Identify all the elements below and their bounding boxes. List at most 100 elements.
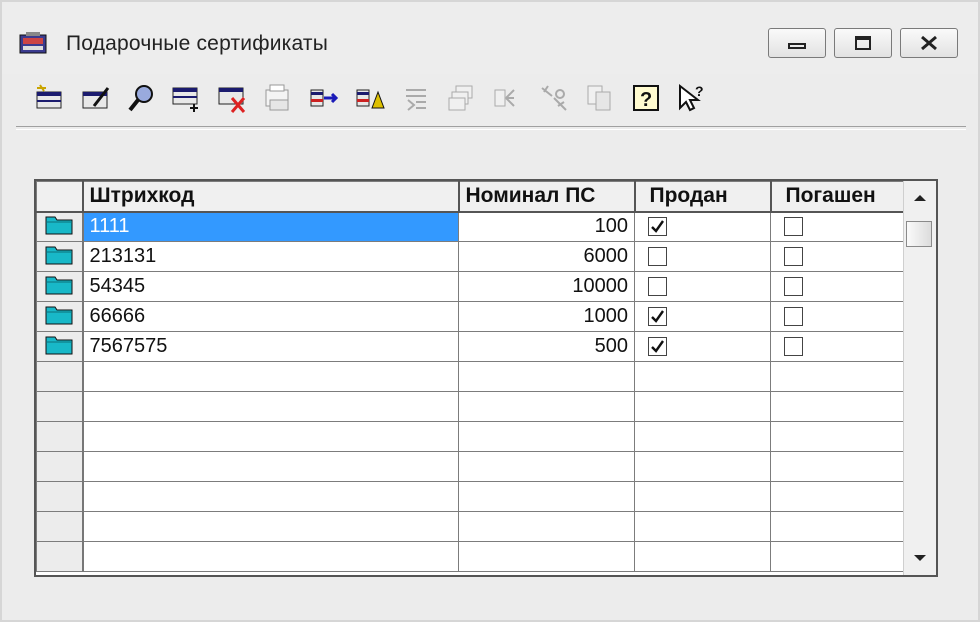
row-indicator[interactable] [36,541,84,572]
add-record-icon[interactable] [34,82,66,114]
empty-cell[interactable] [770,511,907,542]
empty-cell[interactable] [458,541,635,572]
sold-cell[interactable] [634,301,771,332]
empty-cell[interactable] [634,481,771,512]
empty-cell[interactable] [770,361,907,392]
redeemed-checkbox[interactable] [784,337,803,356]
row-indicator[interactable] [36,331,84,362]
empty-cell[interactable] [458,511,635,542]
empty-cell[interactable] [634,511,771,542]
row-indicator[interactable] [36,241,84,272]
table-row[interactable]: 1111 100 [36,211,907,242]
sold-cell[interactable] [634,271,771,302]
empty-cell[interactable] [458,481,635,512]
column-header-barcode[interactable]: Штрихкод [82,181,460,213]
empty-row[interactable] [36,541,907,572]
scroll-down-icon[interactable] [913,553,927,563]
table-row[interactable]: 7567575 500 [36,331,907,362]
sold-checkbox[interactable] [648,247,667,266]
empty-cell[interactable] [770,541,907,572]
row-indicator[interactable] [36,511,84,542]
table-row[interactable]: 213131 6000 [36,241,907,272]
redeemed-cell[interactable] [770,331,907,362]
empty-cell[interactable] [458,391,635,422]
nominal-cell[interactable]: 500 [458,331,635,362]
redeemed-checkbox[interactable] [784,277,803,296]
redeemed-cell[interactable] [770,211,907,242]
empty-cell[interactable] [82,481,459,512]
barcode-cell[interactable]: 54345 [82,271,459,302]
row-indicator[interactable] [36,271,84,302]
empty-cell[interactable] [458,421,635,452]
empty-cell[interactable] [82,361,459,392]
find-icon[interactable] [126,82,158,114]
redeemed-checkbox[interactable] [784,307,803,326]
row-indicator[interactable] [36,361,84,392]
barcode-cell[interactable]: 1111 [82,211,459,242]
redeemed-checkbox[interactable] [784,247,803,266]
row-indicator[interactable] [36,451,84,482]
barcode-cell[interactable]: 213131 [82,241,459,272]
empty-row[interactable] [36,361,907,392]
row-indicator[interactable] [36,211,84,242]
copy-icon[interactable] [446,82,478,114]
maximize-button[interactable] [834,28,892,58]
empty-cell[interactable] [82,421,459,452]
tools-icon[interactable] [538,82,570,114]
redeemed-cell[interactable] [770,271,907,302]
scroll-up-icon[interactable] [913,193,927,203]
filter-icon[interactable] [400,82,432,114]
empty-cell[interactable] [634,541,771,572]
empty-row[interactable] [36,451,907,482]
column-header-redeemed[interactable]: Погашен [770,181,908,213]
row-indicator[interactable] [36,421,84,452]
empty-cell[interactable] [770,481,907,512]
close-button[interactable] [900,28,958,58]
nominal-cell[interactable]: 1000 [458,301,635,332]
insert-record-icon[interactable] [170,82,202,114]
empty-cell[interactable] [458,361,635,392]
scrollbar-thumb[interactable] [906,221,932,247]
column-header-sold[interactable]: Продан [634,181,772,213]
row-indicator[interactable] [36,391,84,422]
empty-cell[interactable] [82,451,459,482]
help-icon[interactable]: ? [630,82,662,114]
nominal-cell[interactable]: 6000 [458,241,635,272]
empty-cell[interactable] [82,391,459,422]
sold-checkbox[interactable] [648,277,667,296]
empty-cell[interactable] [770,421,907,452]
table-row[interactable]: 66666 1000 [36,301,907,332]
empty-cell[interactable] [770,391,907,422]
redeemed-cell[interactable] [770,301,907,332]
column-header-nominal[interactable]: Номинал ПС [458,181,636,213]
move-icon[interactable] [308,82,340,114]
redeemed-checkbox[interactable] [784,217,803,237]
certificates-grid[interactable]: Штрихкод Номинал ПС Продан Погашен 1111 1… [34,179,938,577]
sold-cell[interactable] [634,241,771,272]
sold-checkbox[interactable] [648,307,667,326]
empty-row[interactable] [36,511,907,542]
sold-checkbox[interactable] [648,217,667,237]
row-indicator[interactable] [36,301,84,332]
empty-cell[interactable] [82,511,459,542]
empty-row[interactable] [36,481,907,512]
empty-cell[interactable] [82,541,459,572]
empty-cell[interactable] [458,451,635,482]
duplicate-icon[interactable] [584,82,616,114]
empty-cell[interactable] [634,451,771,482]
empty-row[interactable] [36,391,907,422]
empty-cell[interactable] [770,451,907,482]
table-row[interactable]: 54345 10000 [36,271,907,302]
group-icon[interactable] [492,82,524,114]
empty-cell[interactable] [634,421,771,452]
empty-row[interactable] [36,421,907,452]
print-icon[interactable] [262,82,294,114]
sold-cell[interactable] [634,211,771,242]
merge-icon[interactable] [354,82,386,114]
nominal-cell[interactable]: 10000 [458,271,635,302]
barcode-cell[interactable]: 7567575 [82,331,459,362]
delete-record-icon[interactable] [216,82,248,114]
redeemed-cell[interactable] [770,241,907,272]
minimize-button[interactable] [768,28,826,58]
barcode-cell[interactable]: 66666 [82,301,459,332]
